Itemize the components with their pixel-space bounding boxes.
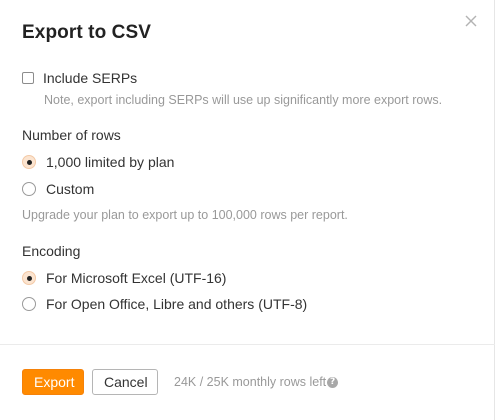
encoding-label: Encoding: [22, 243, 81, 259]
rows-limited-label: 1,000 limited by plan: [46, 154, 175, 170]
rows-left-info: 24K / 25K monthly rows left ?: [174, 375, 339, 389]
rows-option-custom[interactable]: Custom: [22, 181, 94, 197]
encoding-utf8-label: For Open Office, Libre and others (UTF-8…: [46, 296, 308, 312]
rows-left-text: 24K / 25K monthly rows left: [174, 375, 327, 389]
upgrade-note: Upgrade your plan to export up to 100,00…: [22, 208, 348, 222]
include-serps-checkbox-row[interactable]: Include SERPs: [22, 70, 137, 86]
encoding-utf8-radio[interactable]: [22, 297, 36, 311]
question-circle-icon[interactable]: ?: [327, 376, 339, 388]
dialog-title: Export to CSV: [22, 22, 152, 43]
export-button[interactable]: Export: [22, 369, 84, 395]
encoding-option-utf8[interactable]: For Open Office, Libre and others (UTF-8…: [22, 296, 307, 312]
rows-custom-label: Custom: [46, 181, 95, 197]
rows-custom-radio[interactable]: [22, 182, 36, 196]
encoding-utf16-radio[interactable]: [22, 271, 36, 285]
encoding-option-utf16[interactable]: For Microsoft Excel (UTF-16): [22, 270, 226, 286]
footer-divider: [0, 344, 495, 345]
include-serps-label: Include SERPs: [43, 70, 138, 86]
rows-limited-radio[interactable]: [22, 155, 36, 169]
dialog-footer: Export Cancel 24K / 25K monthly rows lef…: [22, 369, 339, 395]
encoding-utf16-label: For Microsoft Excel (UTF-16): [46, 270, 227, 286]
rows-option-limited[interactable]: 1,000 limited by plan: [22, 154, 174, 170]
cancel-button[interactable]: Cancel: [92, 369, 158, 395]
export-csv-dialog: Export to CSV Include SERPs Note, export…: [0, 0, 495, 420]
number-of-rows-label: Number of rows: [22, 127, 121, 143]
close-icon[interactable]: [462, 12, 480, 30]
include-serps-checkbox[interactable]: [22, 72, 34, 84]
serps-note: Note, export including SERPs will use up…: [44, 93, 443, 107]
